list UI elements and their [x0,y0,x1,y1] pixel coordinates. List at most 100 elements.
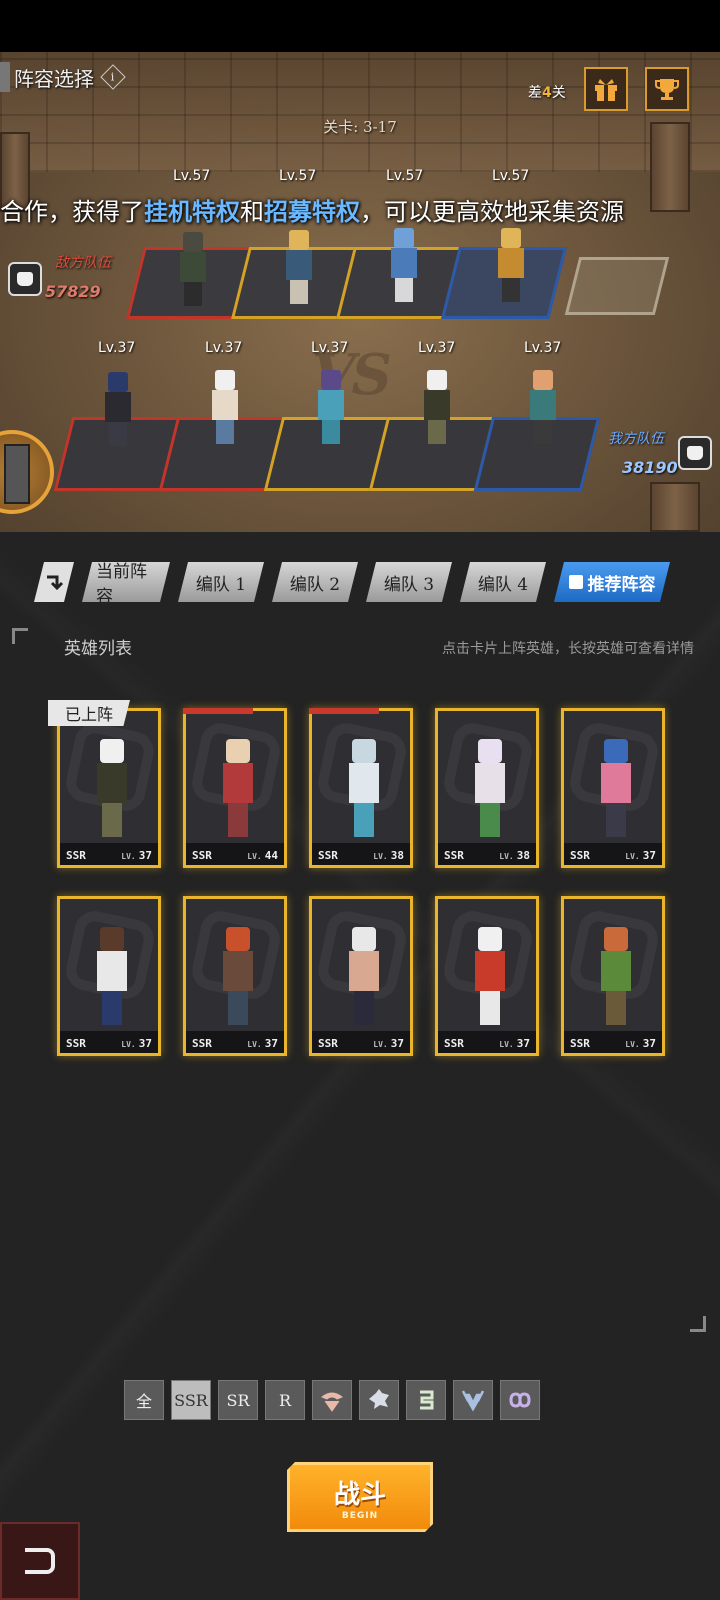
serpent-icon [420,1390,434,1410]
filter-r[interactable]: R [265,1380,305,1420]
card-level: LV. 37 [499,1037,530,1050]
hero-list-title: 英雄列表 [64,639,132,659]
battlefield: VS 阵容选择 i 关卡: 3-17 差4关 Lv.57 Lv.57 Lv.57… [0,52,720,532]
hero-portrait [596,927,636,1027]
page-title: 阵容选择 [14,66,94,91]
hero-card[interactable]: SSR LV. 37 [57,708,161,868]
commander-avatar[interactable] [0,430,54,514]
collapse-button[interactable] [34,562,74,602]
trophy-icon [655,79,679,100]
card-rarity: SSR [570,1037,590,1050]
tab-team-4[interactable]: 编队 4 [460,562,546,602]
enemy-level: Lv.57 [492,168,530,184]
filter-sr[interactable]: SR [218,1380,258,1420]
hero-list-hint: 点击卡片上阵英雄，长按英雄可查看详情 [442,641,694,657]
empty-slot [564,257,670,315]
enemy-hero [170,232,216,308]
wolf-icon [369,1389,389,1409]
trophy-button[interactable] [645,67,689,111]
filter-all[interactable]: 全 [124,1380,164,1420]
card-level: LV. 44 [247,849,278,862]
filter-faction-5[interactable] [500,1380,540,1420]
card-level: LV. 37 [625,1037,656,1050]
hero-portrait [218,927,258,1027]
filter-faction-4[interactable] [453,1380,493,1420]
hero-portrait [470,739,510,839]
frame-corner [12,628,28,644]
card-rarity: SSR [318,849,338,862]
hero-portrait [92,927,132,1027]
hero-card[interactable]: SSR LV. 37 [561,708,665,868]
ally-power-icon [678,436,712,470]
gift-button[interactable] [584,67,628,111]
enemy-power-icon [8,262,42,296]
filter-ssr[interactable]: SSR [171,1380,211,1420]
faction-crest-icon [321,1392,343,1412]
card-level: LV. 37 [121,1037,152,1050]
battle-button[interactable]: 战斗 BEGIN [287,1462,433,1532]
hero-portrait [344,927,384,1027]
enemy-level: Lv.57 [173,168,211,184]
card-rarity: SSR [192,849,212,862]
hero-card[interactable]: SSR LV. 37 [183,896,287,1056]
enemy-hero [381,228,427,304]
ally-hero [414,370,460,446]
tab-current-lineup[interactable]: 当前阵容 [82,562,170,602]
hero-filter-bar: 全 SSR SR R [124,1380,540,1420]
hero-portrait [92,739,132,839]
enemy-hero [276,230,322,306]
ally-hero [520,370,566,446]
tab-team-2[interactable]: 编队 2 [272,562,358,602]
card-level: LV. 37 [121,849,152,862]
card-rarity: SSR [192,1037,212,1050]
ally-level: Lv.37 [205,340,243,356]
card-level: LV. 38 [499,849,530,862]
hero-portrait [218,739,258,839]
ally-level: Lv.37 [524,340,562,356]
card-rarity: SSR [66,1037,86,1050]
card-level: LV. 37 [373,1037,404,1050]
hero-card[interactable]: SSR LV. 38 [309,708,413,868]
filter-faction-1[interactable] [312,1380,352,1420]
hero-card[interactable]: SSR LV. 37 [435,896,539,1056]
hero-portrait [344,739,384,839]
chest-progress: 差4关 [528,85,566,101]
tab-team-1[interactable]: 编队 1 [178,562,264,602]
hero-card[interactable]: SSR LV. 38 [435,708,539,868]
hero-portrait [596,739,636,839]
deployed-badge: 已上阵 [48,700,130,726]
enemy-hero [488,228,534,304]
hero-card[interactable]: SSR LV. 37 [309,896,413,1056]
tab-recommended[interactable]: 推荐阵容 [554,562,670,602]
ally-level: Lv.37 [418,340,456,356]
ally-hero [202,370,248,446]
ally-team-label: 我方队伍 [608,431,664,447]
enemy-team-label: 敌方队伍 [55,255,111,271]
enemy-level: Lv.57 [386,168,424,184]
wings-icon [461,1390,485,1412]
enemy-power: 57829 [45,282,101,301]
card-level: LV. 37 [247,1037,278,1050]
hero-portrait [470,927,510,1027]
filter-faction-3[interactable] [406,1380,446,1420]
back-button[interactable] [0,1522,80,1600]
card-level: LV. 38 [373,849,404,862]
info-icon[interactable]: i [100,64,126,90]
tab-team-3[interactable]: 编队 3 [366,562,452,602]
filter-faction-2[interactable] [359,1380,399,1420]
card-rarity: SSR [66,849,86,862]
ally-hero [308,370,354,446]
lineup-header: 阵容选择 i [0,62,126,92]
hero-card[interactable]: SSR LV. 44 [183,708,287,868]
announcement-marquee: 合作，获得了挂机特权和招募特权，可以更高效地采集资源 [0,198,624,226]
hero-panel: 当前阵容 编队 1 编队 2 编队 3 编队 4 推荐阵容 英雄列表 点击卡片上… [0,532,720,1600]
ally-hero [95,372,141,448]
frame-corner [690,1316,706,1332]
hero-card[interactable]: SSR LV. 37 [561,896,665,1056]
status-bar [0,0,720,52]
ally-power: 38190 [622,458,678,477]
enemy-level: Lv.57 [279,168,317,184]
gift-icon [595,79,617,101]
hero-card[interactable]: SSR LV. 37 [57,896,161,1056]
ally-level: Lv.37 [98,340,136,356]
